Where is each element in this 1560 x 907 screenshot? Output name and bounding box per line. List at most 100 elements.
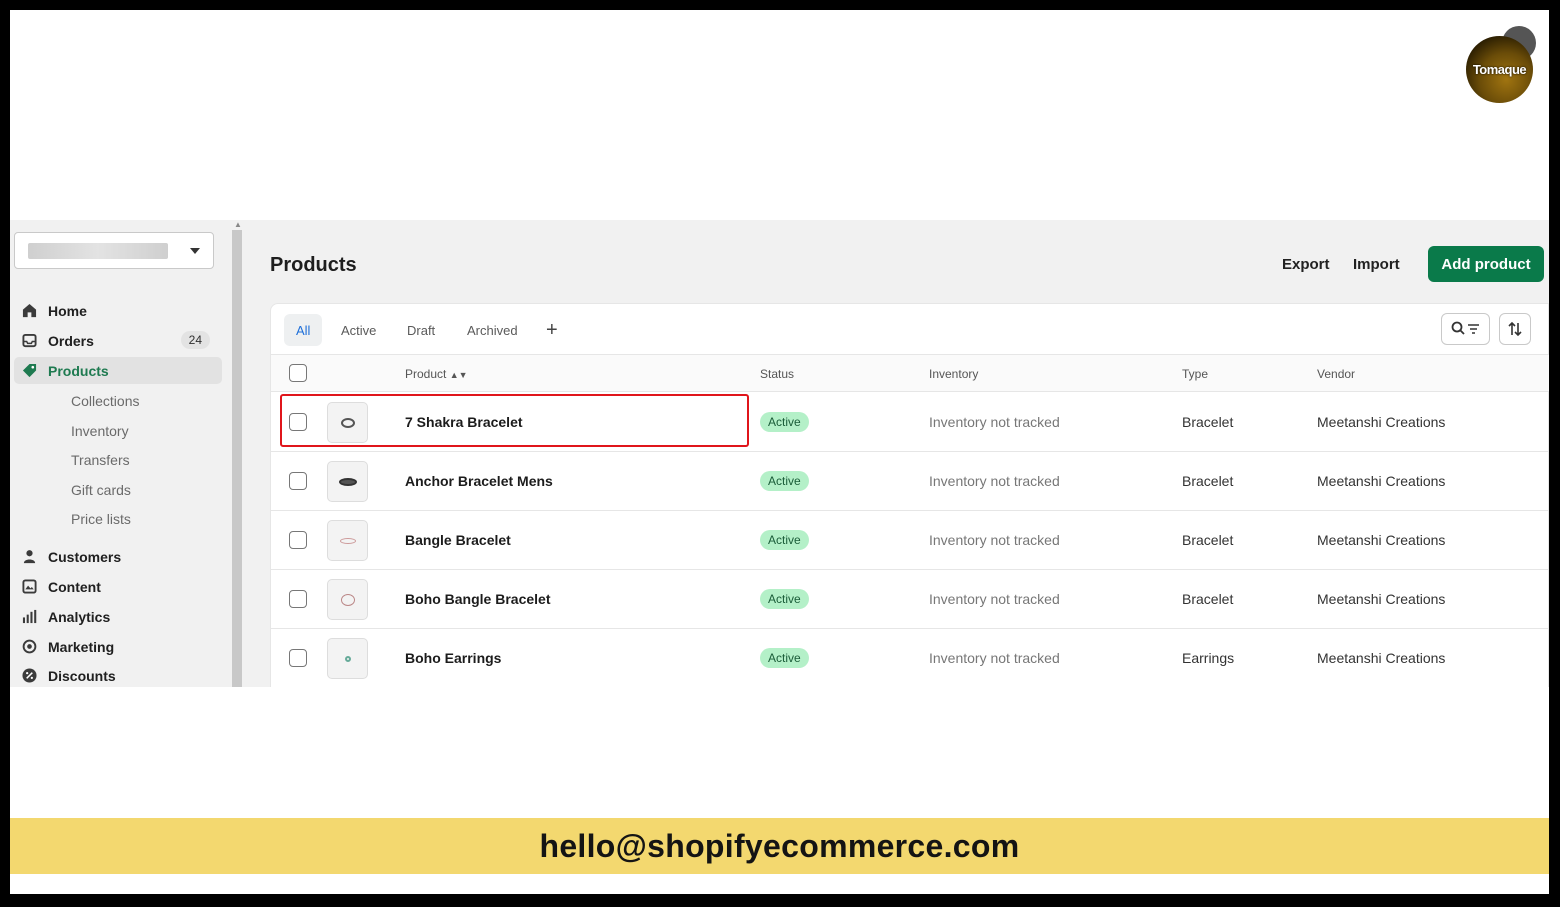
sidebar-item-label: Collections <box>71 392 140 409</box>
product-name[interactable]: Boho Earrings <box>405 650 501 666</box>
status-badge: Active <box>760 648 809 668</box>
column-status: Status <box>760 367 795 381</box>
select-all-checkbox[interactable] <box>289 364 307 382</box>
bangle-image-icon <box>339 537 356 544</box>
product-name[interactable]: Boho Bangle Bracelet <box>405 591 550 607</box>
table-row[interactable]: Anchor Bracelet Mens Active Inventory no… <box>271 452 1549 511</box>
bracelet-image-icon <box>338 477 357 486</box>
sidebar-item-home[interactable]: Home <box>14 297 222 324</box>
product-thumbnail <box>327 520 368 561</box>
bangle-image-icon <box>340 593 355 606</box>
sort-arrows-icon <box>1508 321 1522 337</box>
row-checkbox[interactable] <box>289 413 307 431</box>
sidebar-item-label: Transfers <box>71 451 130 468</box>
product-name[interactable]: Anchor Bracelet Mens <box>405 473 553 489</box>
earring-image-icon <box>344 655 351 662</box>
row-checkbox[interactable] <box>289 531 307 549</box>
inventory-text: Inventory not tracked <box>929 591 1060 607</box>
store-name-blurred <box>28 243 168 259</box>
sidebar-item-analytics[interactable]: Analytics <box>14 603 222 630</box>
logo-disc: Tomaque <box>1466 36 1533 103</box>
sidebar-item-label: Inventory <box>71 422 129 439</box>
status-badge: Active <box>760 530 809 550</box>
table-row[interactable]: 7 Shakra Bracelet Active Inventory not t… <box>271 393 1549 452</box>
sidebar-item-inventory[interactable]: Inventory <box>14 417 222 444</box>
content-icon <box>20 578 38 596</box>
bar-chart-icon <box>20 608 38 626</box>
status-badge: Active <box>760 471 809 491</box>
row-checkbox[interactable] <box>289 590 307 608</box>
contact-banner: hello@shopifyecommerce.com <box>10 818 1549 874</box>
product-vendor: Meetanshi Creations <box>1317 473 1446 489</box>
export-button[interactable]: Export <box>1282 256 1330 273</box>
column-inventory: Inventory <box>929 367 979 381</box>
add-view-plus-icon[interactable]: + <box>546 319 558 342</box>
home-icon <box>20 302 38 320</box>
product-thumbnail <box>327 402 368 443</box>
tab-draft[interactable]: Draft <box>395 314 447 346</box>
orders-icon <box>20 332 38 350</box>
table-row[interactable]: Boho Earrings Active Inventory not track… <box>271 629 1549 687</box>
column-product[interactable]: Product ▲▼ <box>405 367 468 381</box>
import-button[interactable]: Import <box>1353 256 1400 273</box>
sidebar-item-orders[interactable]: Orders 24 <box>14 327 222 354</box>
product-thumbnail <box>327 461 368 502</box>
product-name[interactable]: Bangle Bracelet <box>405 532 511 548</box>
sidebar-item-label: Price lists <box>71 510 131 527</box>
search-filter-icon <box>1451 321 1479 335</box>
sidebar-item-label: Content <box>48 578 101 595</box>
inventory-text: Inventory not tracked <box>929 414 1060 430</box>
sort-button[interactable] <box>1499 313 1531 345</box>
caret-down-icon <box>190 248 200 254</box>
tab-all[interactable]: All <box>284 314 323 346</box>
person-icon <box>20 548 38 566</box>
bracelet-image-icon <box>340 417 355 428</box>
sidebar-item-price-lists[interactable]: Price lists <box>14 505 222 532</box>
sidebar-item-products[interactable]: Products <box>14 357 222 384</box>
sidebar-item-label: Marketing <box>48 638 115 655</box>
tab-active[interactable]: Active <box>329 314 388 346</box>
sort-caret-icon: ▲▼ <box>449 370 468 380</box>
add-product-button[interactable]: Add product <box>1428 246 1544 282</box>
row-checkbox[interactable] <box>289 649 307 667</box>
sidebar-item-label: Products <box>48 362 109 379</box>
product-vendor: Meetanshi Creations <box>1317 414 1446 430</box>
sidebar-item-gift-cards[interactable]: Gift cards <box>14 476 222 503</box>
orders-count-badge: 24 <box>180 331 210 349</box>
status-badge: Active <box>760 412 809 432</box>
table-row[interactable]: Boho Bangle Bracelet Active Inventory no… <box>271 570 1549 629</box>
row-checkbox[interactable] <box>289 472 307 490</box>
contact-email[interactable]: hello@shopifyecommerce.com <box>539 828 1019 865</box>
column-type: Type <box>1182 367 1209 381</box>
product-type: Earrings <box>1182 650 1235 666</box>
product-type: Bracelet <box>1182 473 1234 489</box>
table-row[interactable]: Bangle Bracelet Active Inventory not tra… <box>271 511 1549 570</box>
product-vendor: Meetanshi Creations <box>1317 532 1446 548</box>
sidebar-item-transfers[interactable]: Transfers <box>14 446 222 473</box>
tomaque-logo: Tomaque <box>1466 26 1536 103</box>
product-name[interactable]: 7 Shakra Bracelet <box>405 414 523 430</box>
scroll-up-arrow-icon[interactable]: ▲ <box>234 220 242 230</box>
sidebar-item-label: Orders <box>48 332 94 349</box>
products-card: All Active Draft Archived + Product ▲▼ S… <box>270 303 1549 687</box>
product-type: Bracelet <box>1182 591 1234 607</box>
sidebar-item-collections[interactable]: Collections <box>14 387 222 414</box>
inventory-text: Inventory not tracked <box>929 650 1060 666</box>
screenshot-frame: Tomaque Home Orders 24 Products Collecti… <box>10 10 1549 894</box>
page-title: Products <box>270 254 357 276</box>
logo-text: Tomaque <box>1472 62 1527 77</box>
sidebar-item-discounts[interactable]: Discounts <box>14 662 222 687</box>
sidebar-item-label: Customers <box>48 548 122 565</box>
product-type: Bracelet <box>1182 532 1234 548</box>
sidebar-item-label: Home <box>48 302 87 319</box>
sidebar-scrollbar[interactable] <box>232 230 242 687</box>
sidebar-item-marketing[interactable]: Marketing <box>14 633 222 660</box>
sidebar-item-content[interactable]: Content <box>14 573 222 600</box>
discount-icon <box>20 667 38 685</box>
store-selector[interactable] <box>14 232 214 269</box>
search-filter-button[interactable] <box>1441 313 1490 345</box>
sidebar-item-label: Analytics <box>48 608 111 625</box>
tab-archived[interactable]: Archived <box>455 314 530 346</box>
sidebar-item-customers[interactable]: Customers <box>14 543 222 570</box>
sidebar: Home Orders 24 Products Collections Inve… <box>10 220 232 687</box>
